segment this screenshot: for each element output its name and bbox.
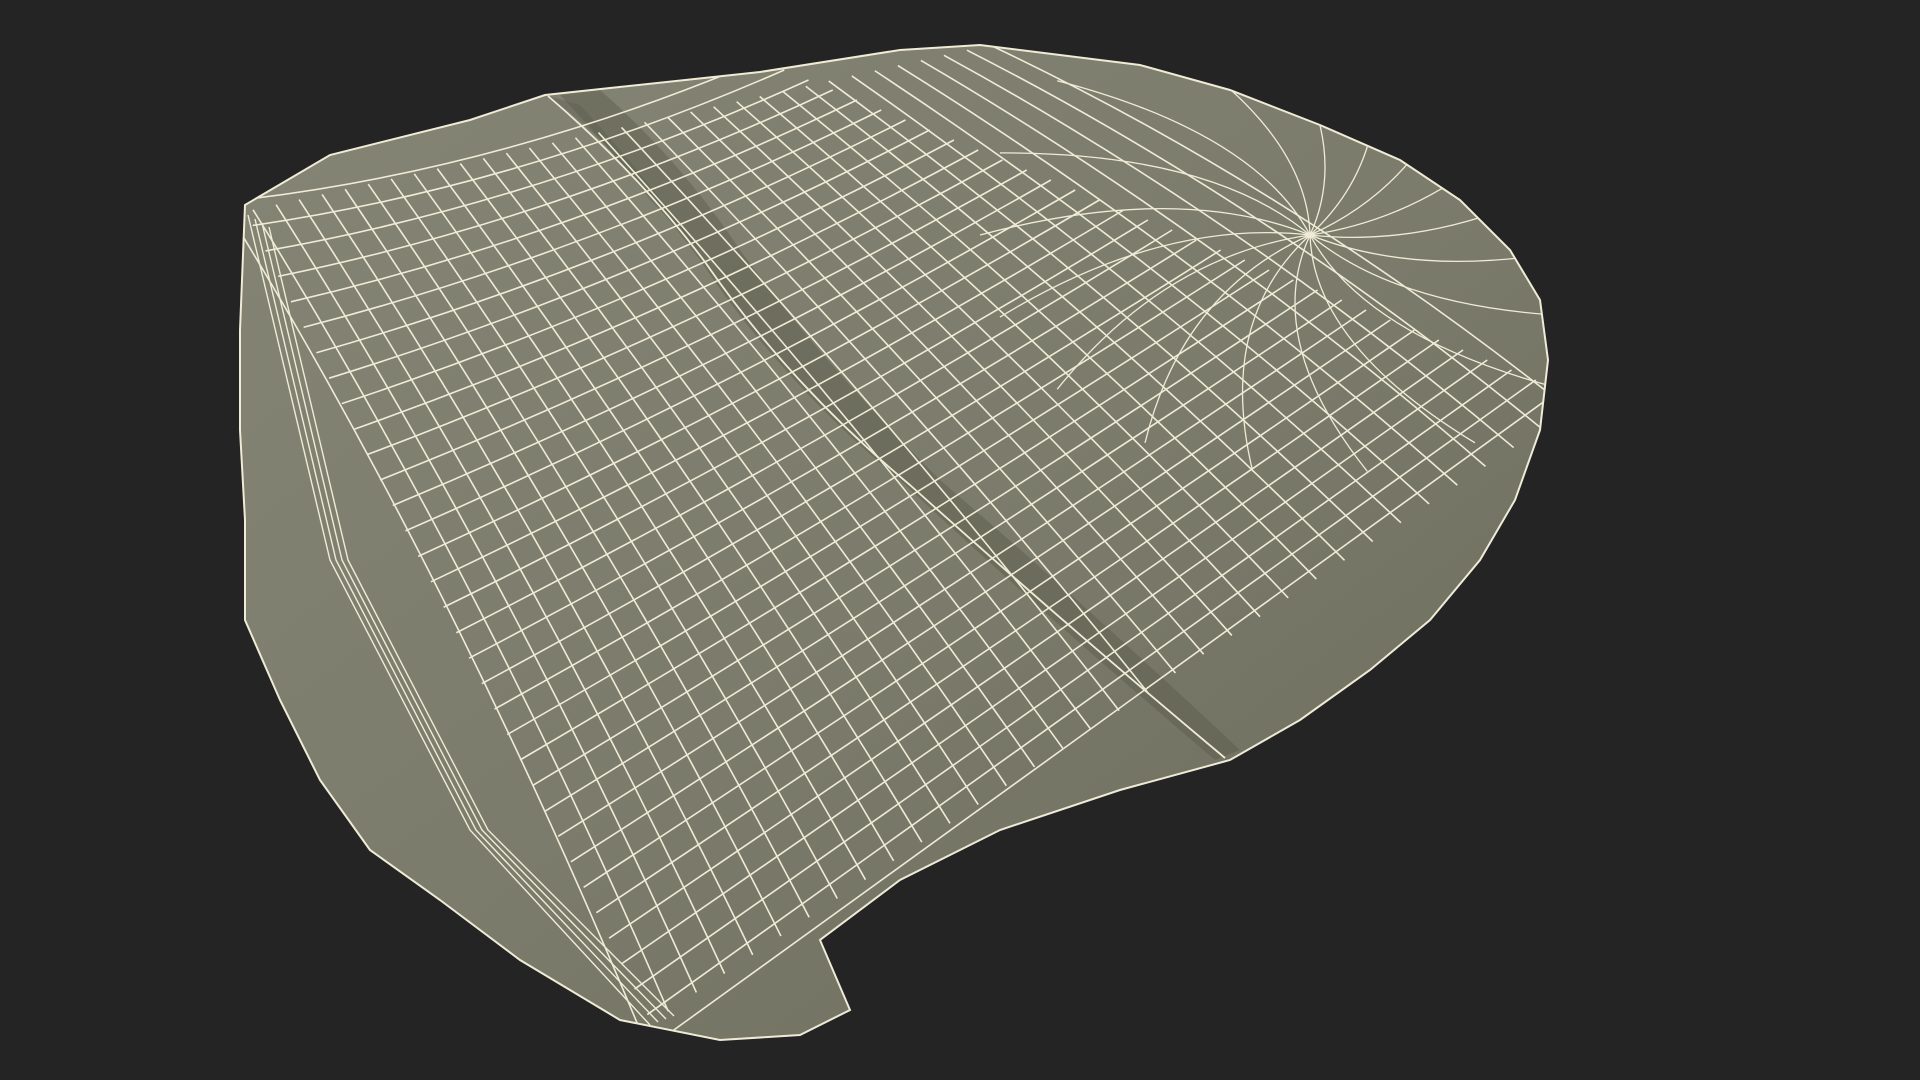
render-viewport[interactable]: [0, 0, 1920, 1080]
wireframe-scene: [239, 43, 1550, 1042]
